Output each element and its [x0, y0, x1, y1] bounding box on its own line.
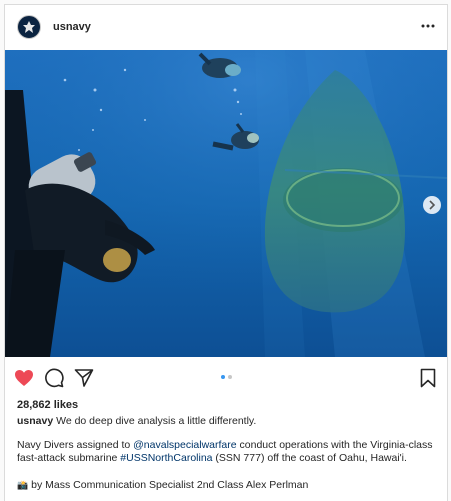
- bookmark-icon[interactable]: [417, 367, 439, 389]
- post-actions: [5, 357, 447, 399]
- carousel-indicator: [221, 375, 232, 379]
- camera-emoji-icon: 📸: [17, 480, 29, 490]
- mention-link[interactable]: @navalspecialwarfare: [133, 439, 236, 451]
- hashtag-link[interactable]: #USSNorthCarolina: [120, 452, 212, 464]
- comment-icon[interactable]: [43, 367, 65, 389]
- caption-username[interactable]: usnavy: [17, 415, 53, 427]
- post-card: usnavy 28,862 likes usnavy We do deep di…: [4, 4, 448, 501]
- post-username[interactable]: usnavy: [53, 21, 91, 33]
- profile-avatar[interactable]: [17, 15, 41, 39]
- like-count[interactable]: 28,862 likes: [17, 399, 78, 411]
- heart-icon[interactable]: [13, 367, 35, 389]
- carousel-dot: [228, 375, 232, 379]
- post-photo[interactable]: [5, 50, 447, 357]
- share-icon[interactable]: [73, 367, 95, 389]
- carousel-dot-active: [221, 375, 225, 379]
- carousel-next-button[interactable]: [423, 196, 441, 214]
- navy-emblem-icon: [23, 21, 35, 33]
- caption: usnavy We do deep dive analysis a little…: [17, 415, 437, 428]
- body-prefix: Navy Divers assigned to: [17, 439, 134, 451]
- credit-text: by Mass Communication Specialist 2nd Cla…: [28, 479, 309, 491]
- chevron-right-icon: [429, 200, 436, 210]
- body-suffix: (SSN 777) off the coast of Oahu, Hawai'i…: [212, 452, 407, 464]
- caption-text: We do deep dive analysis a little differ…: [56, 415, 257, 427]
- more-options-icon[interactable]: [421, 19, 435, 33]
- post-header: usnavy: [5, 5, 447, 49]
- caption-body: Navy Divers assigned to @navalspecialwar…: [17, 439, 441, 465]
- photo-credit: 📸 by Mass Communication Specialist 2nd C…: [17, 479, 437, 492]
